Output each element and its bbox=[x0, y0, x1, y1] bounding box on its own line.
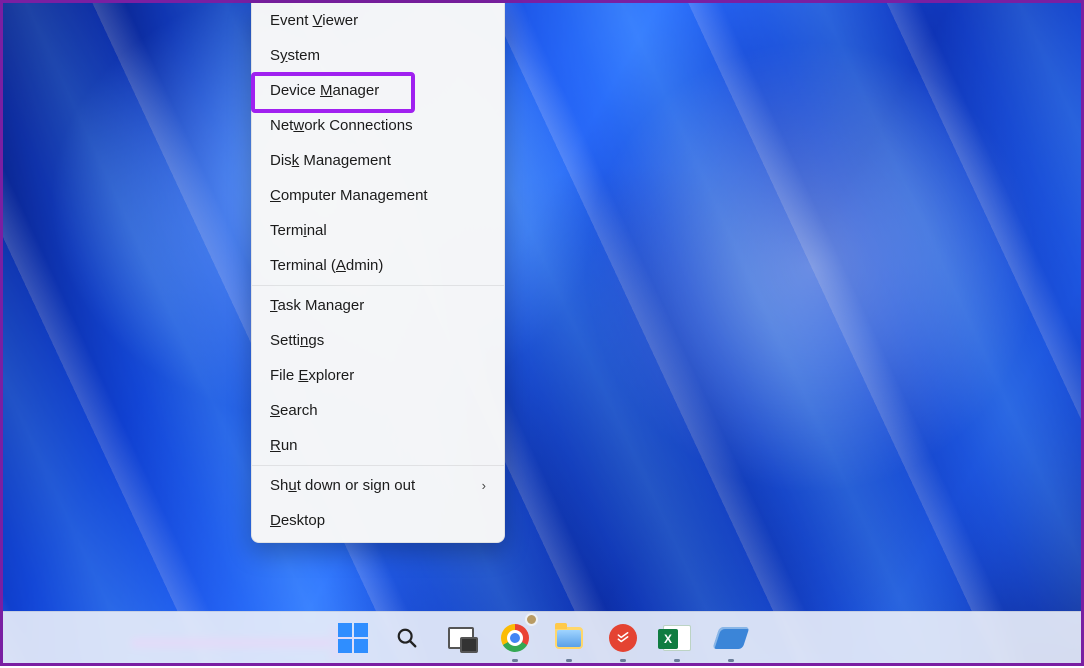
profile-badge-icon bbox=[525, 613, 538, 626]
menu-item-network-connections[interactable]: Network Connections bbox=[252, 108, 504, 143]
menu-item-terminal[interactable]: Terminal bbox=[252, 213, 504, 248]
menu-item-desktop[interactable]: Desktop bbox=[252, 503, 504, 538]
menu-item-label: System bbox=[270, 47, 320, 64]
taskbar bbox=[3, 611, 1081, 663]
menu-item-disk-management[interactable]: Disk Management bbox=[252, 143, 504, 178]
menu-item-device-manager[interactable]: Device Manager bbox=[252, 73, 504, 108]
folder-icon bbox=[555, 627, 583, 649]
run-app[interactable] bbox=[711, 618, 751, 658]
excel-icon bbox=[663, 625, 691, 651]
menu-item-label: Terminal (Admin) bbox=[270, 257, 383, 274]
menu-item-search[interactable]: Search bbox=[252, 393, 504, 428]
menu-item-label: Run bbox=[270, 437, 298, 454]
run-icon bbox=[712, 627, 749, 649]
menu-item-shut-down-or-sign-out[interactable]: Shut down or sign out › bbox=[252, 468, 504, 503]
search-icon bbox=[396, 627, 418, 649]
menu-item-computer-management[interactable]: Computer Management bbox=[252, 178, 504, 213]
menu-item-label: Computer Management bbox=[270, 187, 428, 204]
menu-item-settings[interactable]: Settings bbox=[252, 323, 504, 358]
menu-item-label: Task Manager bbox=[270, 297, 364, 314]
todoist-app[interactable] bbox=[603, 618, 643, 658]
desktop-wallpaper bbox=[3, 3, 1081, 663]
menu-item-event-viewer[interactable]: Event Viewer bbox=[252, 3, 504, 38]
menu-item-label: Desktop bbox=[270, 512, 325, 529]
menu-item-run[interactable]: Run bbox=[252, 428, 504, 463]
menu-item-system[interactable]: System bbox=[252, 38, 504, 73]
menu-item-label: Event Viewer bbox=[270, 12, 358, 29]
menu-separator bbox=[252, 465, 504, 466]
file-explorer-app[interactable] bbox=[549, 618, 589, 658]
menu-item-label: Settings bbox=[270, 332, 324, 349]
chrome-app[interactable] bbox=[495, 618, 535, 658]
menu-separator bbox=[252, 285, 504, 286]
menu-item-task-manager[interactable]: Task Manager bbox=[252, 288, 504, 323]
menu-item-label: File Explorer bbox=[270, 367, 354, 384]
menu-item-label: Shut down or sign out bbox=[270, 477, 415, 494]
menu-item-label: Network Connections bbox=[270, 117, 413, 134]
todoist-icon bbox=[609, 624, 637, 652]
winx-context-menu: Event Viewer System Device Manager Network … bbox=[251, 3, 505, 543]
menu-item-label: Device Manager bbox=[270, 82, 379, 99]
task-view-button[interactable] bbox=[441, 618, 481, 658]
chevron-right-icon: › bbox=[482, 478, 486, 493]
menu-item-label: Terminal bbox=[270, 222, 327, 239]
menu-item-file-explorer[interactable]: File Explorer bbox=[252, 358, 504, 393]
windows-logo-icon bbox=[338, 623, 368, 653]
task-view-icon bbox=[448, 627, 474, 649]
menu-item-label: Disk Management bbox=[270, 152, 391, 169]
chrome-icon bbox=[501, 624, 529, 652]
menu-item-label: Search bbox=[270, 402, 318, 419]
menu-item-terminal-admin-[interactable]: Terminal (Admin) bbox=[252, 248, 504, 283]
search-button[interactable] bbox=[387, 618, 427, 658]
start-button[interactable] bbox=[333, 618, 373, 658]
excel-app[interactable] bbox=[657, 618, 697, 658]
